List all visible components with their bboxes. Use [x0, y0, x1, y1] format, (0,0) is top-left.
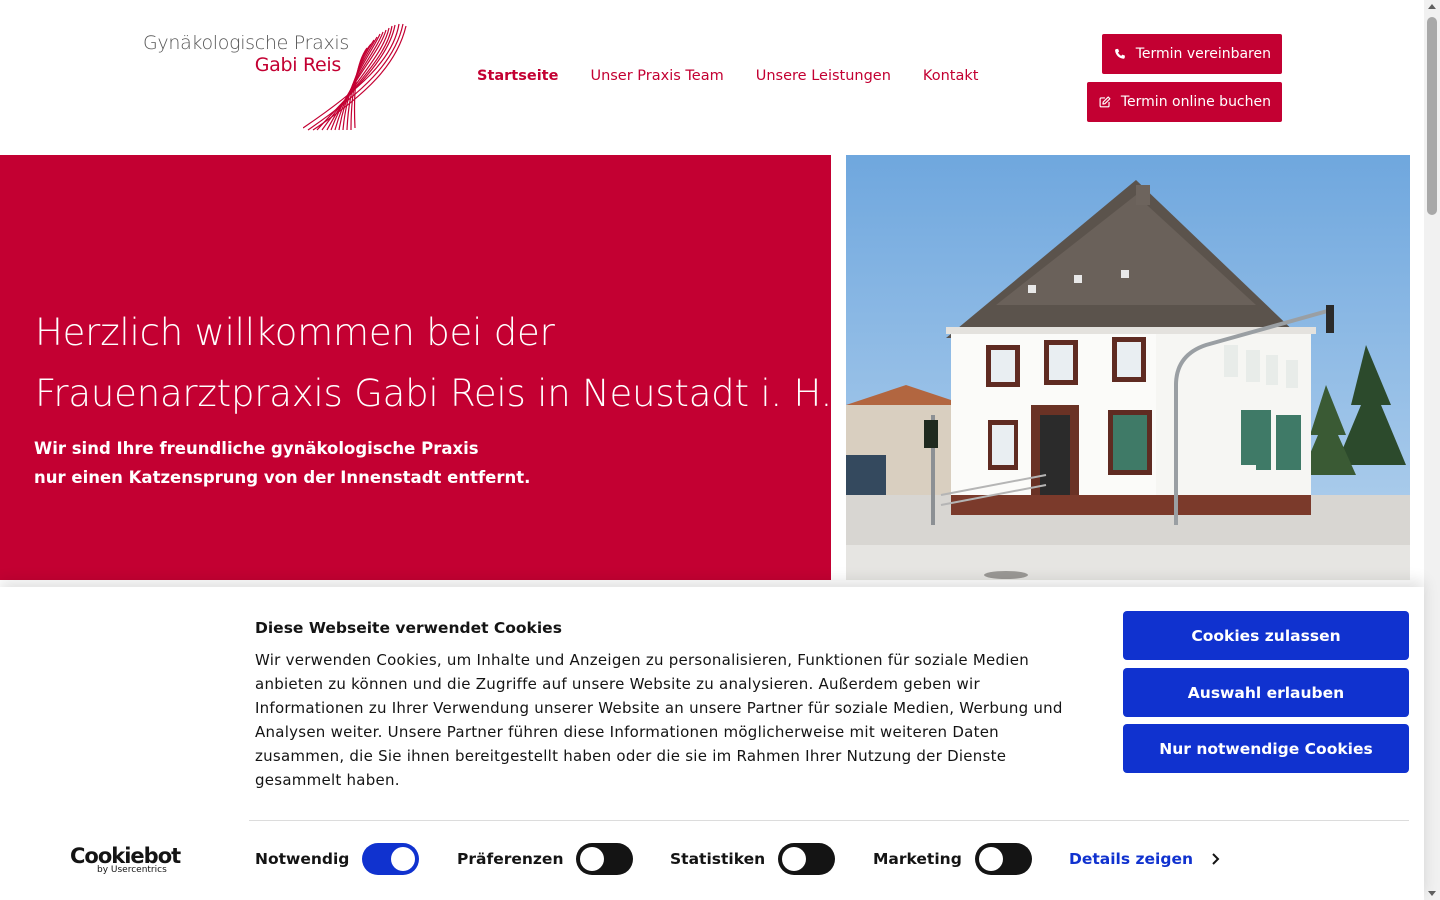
page-scrollbar[interactable] — [1424, 0, 1440, 900]
toggle-knob — [580, 847, 604, 871]
toggle-label-marketing: Marketing — [873, 850, 962, 868]
site-header: Gynäkologische Praxis Gabi Reis Startsei… — [0, 0, 1440, 155]
building-illustration — [846, 155, 1410, 580]
logo-wave-graphic — [303, 23, 407, 131]
cookie-banner-divider — [249, 820, 1409, 821]
toggle-label-notwendig: Notwendig — [255, 850, 350, 868]
cookie-banner-text: Wir verwenden Cookies, um Inhalte und An… — [255, 651, 1063, 789]
cookiebot-logo[interactable]: Cookiebot by Usercentrics — [70, 844, 181, 884]
scrollbar-thumb[interactable] — [1427, 17, 1437, 215]
nav-startseite[interactable]: Startseite — [477, 68, 558, 84]
cookie-banner-title: Diese Webseite verwendet Cookies — [255, 619, 562, 637]
practice-building-photo — [846, 155, 1410, 580]
chevron-right-icon — [1212, 853, 1220, 865]
allow-selection-button[interactable]: Auswahl erlauben — [1123, 668, 1409, 717]
allow-all-cookies-button[interactable]: Cookies zulassen — [1123, 611, 1409, 660]
hero-title: Herzlich willkommen bei der Frauenarztpr… — [35, 302, 833, 424]
termin-vereinbaren-button[interactable]: Termin vereinbaren — [1102, 34, 1282, 74]
hero-title-line-1: Herzlich willkommen bei der — [35, 311, 555, 354]
nav-praxis-team[interactable]: Unser Praxis Team — [590, 68, 723, 84]
termin-online-buchen-label: Termin online buchen — [1120, 94, 1271, 110]
toggle-statistiken[interactable] — [778, 843, 835, 875]
toggle-label-praeferenzen: Präferenzen — [457, 850, 564, 868]
cookie-consent-banner: Diese Webseite verwendet Cookies Wir ver… — [0, 587, 1424, 900]
termin-online-buchen-button[interactable]: Termin online buchen — [1087, 82, 1282, 122]
toggle-notwendig[interactable] — [362, 843, 419, 875]
details-zeigen-link[interactable]: Details zeigen — [1069, 850, 1220, 868]
toggle-marketing[interactable] — [975, 843, 1032, 875]
hero-title-line-2: Frauenarztpraxis Gabi Reis in Neustadt i… — [35, 372, 833, 415]
hero-subtitle-line-2: nur einen Katzensprung von der Innenstad… — [34, 468, 531, 487]
scroll-up-arrow-icon[interactable] — [1428, 4, 1436, 9]
toggle-knob — [391, 847, 415, 871]
hero-subtitle-line-1: Wir sind Ihre freundliche gynäkologische… — [34, 439, 479, 458]
hero-subtitle: Wir sind Ihre freundliche gynäkologische… — [34, 434, 530, 492]
toggle-knob — [782, 847, 806, 871]
edit-icon — [1099, 96, 1111, 108]
phone-icon — [1115, 48, 1125, 59]
main-nav: Startseite Unser Praxis Team Unsere Leis… — [477, 68, 1010, 84]
practice-logo[interactable]: Gynäkologische Praxis Gabi Reis — [143, 22, 408, 132]
necessary-cookies-only-button[interactable]: Nur notwendige Cookies — [1123, 724, 1409, 773]
toggle-knob — [979, 847, 1003, 871]
toggle-praeferenzen[interactable] — [576, 843, 633, 875]
details-zeigen-label: Details zeigen — [1069, 850, 1193, 868]
nav-leistungen[interactable]: Unsere Leistungen — [756, 68, 891, 84]
nav-kontakt[interactable]: Kontakt — [923, 68, 979, 84]
scroll-down-arrow-icon[interactable] — [1428, 891, 1436, 896]
termin-vereinbaren-label: Termin vereinbaren — [1135, 46, 1271, 62]
toggle-label-statistiken: Statistiken — [670, 850, 766, 868]
